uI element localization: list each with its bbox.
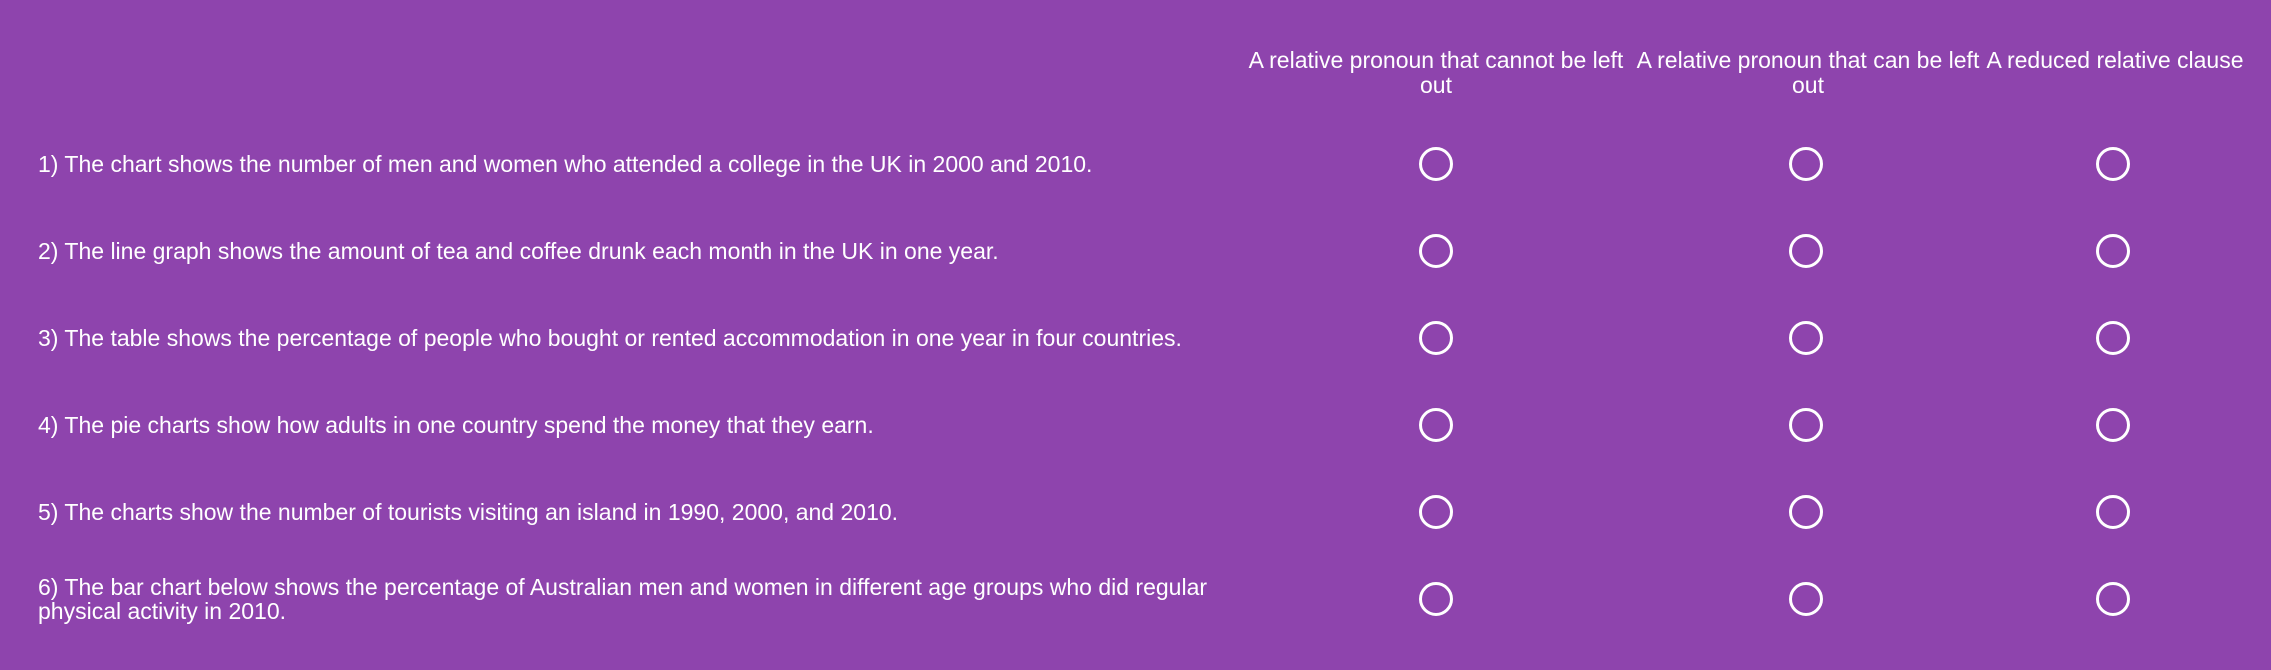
radio-cannot-be-left-out[interactable]: [1419, 234, 1453, 268]
relative-clause-quiz: A relative pronoun that cannot be left o…: [0, 0, 2271, 670]
radio-cannot-be-left-out[interactable]: [1419, 321, 1453, 355]
question-text: 4) The pie charts show how adults in one…: [38, 412, 874, 438]
radio-reduced-clause[interactable]: [2096, 234, 2130, 268]
question-text: 5) The charts show the number of tourist…: [38, 499, 899, 525]
radio-can-be-left-out[interactable]: [1789, 582, 1823, 616]
radio-can-be-left-out[interactable]: [1789, 408, 1823, 442]
radio-can-be-left-out[interactable]: [1789, 495, 1823, 529]
column-header-cannot-be-left-out: A relative pronoun that cannot be left o…: [1248, 47, 1624, 98]
question-text: 1) The chart shows the number of men and…: [38, 151, 1093, 177]
radio-cannot-be-left-out[interactable]: [1419, 147, 1453, 181]
radio-reduced-clause[interactable]: [2096, 582, 2130, 616]
radio-can-be-left-out[interactable]: [1789, 321, 1823, 355]
question-row-2: 2) The line graph shows the amount of te…: [0, 211, 2271, 291]
question-row-1: 1) The chart shows the number of men and…: [0, 124, 2271, 204]
question-row-3: 3) The table shows the percentage of peo…: [0, 298, 2271, 378]
radio-cannot-be-left-out[interactable]: [1419, 582, 1453, 616]
radio-reduced-clause[interactable]: [2096, 408, 2130, 442]
question-text: 2) The line graph shows the amount of te…: [38, 238, 999, 264]
question-row-6: 6) The bar chart below shows the percent…: [0, 559, 2271, 639]
radio-cannot-be-left-out[interactable]: [1419, 408, 1453, 442]
radio-can-be-left-out[interactable]: [1789, 147, 1823, 181]
question-text: 3) The table shows the percentage of peo…: [38, 325, 1182, 351]
radio-reduced-clause[interactable]: [2096, 147, 2130, 181]
question-row-4: 4) The pie charts show how adults in one…: [0, 385, 2271, 465]
radio-can-be-left-out[interactable]: [1789, 234, 1823, 268]
question-text: 6) The bar chart below shows the percent…: [38, 574, 1208, 624]
radio-cannot-be-left-out[interactable]: [1419, 495, 1453, 529]
column-header-reduced-clause: A reduced relative clause: [1986, 47, 2244, 73]
question-row-5: 5) The charts show the number of tourist…: [0, 472, 2271, 552]
radio-reduced-clause[interactable]: [2096, 321, 2130, 355]
radio-reduced-clause[interactable]: [2096, 495, 2130, 529]
